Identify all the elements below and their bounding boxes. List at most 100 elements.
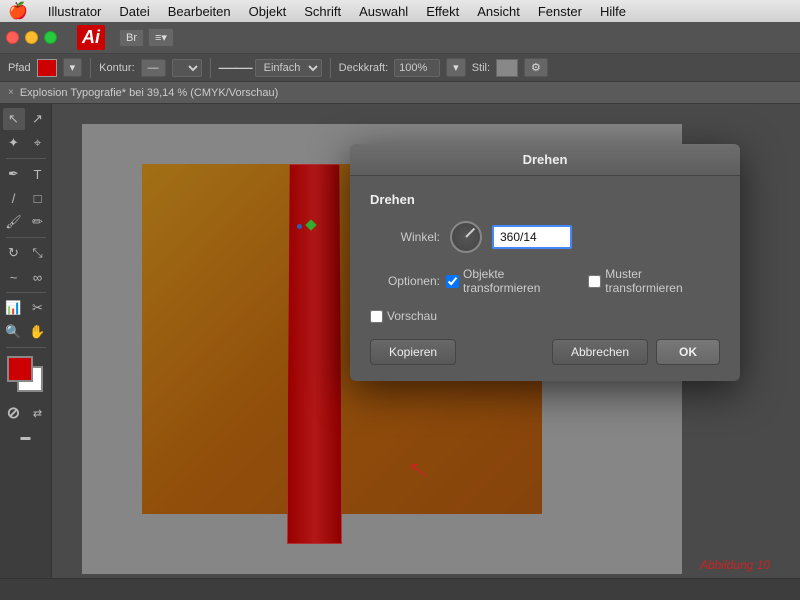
- menu-fenster[interactable]: Fenster: [536, 4, 584, 19]
- tool-row-color-modes: ⊘ ⇄: [3, 402, 49, 424]
- close-button[interactable]: [6, 31, 19, 44]
- abbrechen-button[interactable]: Abbrechen: [552, 339, 648, 365]
- tool-sep-4: [6, 347, 46, 348]
- toolbox: ↖ ↗ ✦ ⌖ ✒ T / □ 🖌 ✏ ↻ ⤡ ~ ∞ 📊: [0, 104, 52, 578]
- none-swatch[interactable]: ⊘: [3, 402, 25, 424]
- deckkraft-label: Deckkraft:: [339, 62, 389, 74]
- tool-row-8: 📊 ✂: [3, 297, 49, 319]
- menu-schrift[interactable]: Schrift: [302, 4, 343, 19]
- menu-objekt[interactable]: Objekt: [247, 4, 289, 19]
- objekte-checkbox-input[interactable]: [446, 275, 459, 288]
- objekte-label: Objekte transformieren: [463, 267, 582, 295]
- tool-row-6: ↻ ⤡: [3, 242, 49, 264]
- ok-button[interactable]: OK: [656, 339, 720, 365]
- tool-row-screen-modes: ▬: [15, 426, 37, 448]
- dialog-title: Drehen: [523, 152, 568, 167]
- menu-bearbeiten[interactable]: Bearbeiten: [166, 4, 233, 19]
- winkel-row: Winkel:: [370, 221, 720, 253]
- tool-row-4: / □: [3, 187, 49, 209]
- menu-effekt[interactable]: Effekt: [424, 4, 461, 19]
- objekte-transformieren-checkbox[interactable]: Objekte transformieren: [446, 267, 582, 295]
- tool-row-1: ↖ ↗: [3, 108, 49, 130]
- vorschau-row: Vorschau: [370, 309, 720, 323]
- stroke-dropdown[interactable]: [172, 59, 202, 77]
- apple-menu[interactable]: 🍎: [8, 1, 28, 21]
- winkel-input[interactable]: [492, 225, 572, 249]
- fill-options-button[interactable]: ▾: [63, 58, 83, 77]
- menu-datei[interactable]: Datei: [117, 4, 151, 19]
- status-bar: [0, 578, 800, 600]
- zoom-tool[interactable]: 🔍: [3, 321, 25, 343]
- dialog-overlay: Drehen Drehen Winkel: Optionen:: [52, 104, 800, 578]
- divider2: [210, 58, 211, 78]
- direct-select-tool[interactable]: ↗: [27, 108, 49, 130]
- arrange-button[interactable]: ≡▾: [148, 28, 174, 47]
- kontur-label: Kontur:: [99, 62, 134, 74]
- vorschau-label: Vorschau: [387, 309, 437, 323]
- tool-row-2: ✦ ⌖: [3, 132, 49, 154]
- paintbrush-tool[interactable]: 🖌: [3, 211, 25, 233]
- stroke-color-button[interactable]: —: [141, 59, 166, 77]
- slice-tool[interactable]: ✂: [27, 297, 49, 319]
- menu-auswahl[interactable]: Auswahl: [357, 4, 410, 19]
- magic-wand-tool[interactable]: ✦: [3, 132, 25, 154]
- pencil-tool[interactable]: ✏: [27, 211, 49, 233]
- optionen-row: Optionen: Objekte transformieren Muster …: [370, 267, 720, 295]
- warp-tool[interactable]: ~: [3, 266, 25, 288]
- stroke-style-dropdown[interactable]: Einfach: [255, 59, 322, 77]
- vorschau-checkbox[interactable]: Vorschau: [370, 309, 437, 323]
- select-tool[interactable]: ↖: [3, 108, 25, 130]
- tool-row-5: 🖌 ✏: [3, 211, 49, 233]
- pen-tool[interactable]: ✒: [3, 163, 25, 185]
- lasso-tool[interactable]: ⌖: [27, 132, 49, 154]
- tool-sep-3: [6, 292, 46, 293]
- maximize-button[interactable]: [44, 31, 57, 44]
- optionen-label: Optionen:: [370, 274, 440, 288]
- options-bar: Pfad ▾ Kontur: — —— Einfach Deckkraft: ▾…: [0, 54, 800, 82]
- muster-transformieren-checkbox[interactable]: Muster transformieren: [588, 267, 720, 295]
- muster-checkbox-input[interactable]: [588, 275, 601, 288]
- tab-close-button[interactable]: ×: [8, 87, 14, 98]
- deckkraft-dropdown[interactable]: ▾: [446, 58, 466, 77]
- minimize-button[interactable]: [25, 31, 38, 44]
- screen-mode-icon[interactable]: ▬: [15, 426, 37, 448]
- tool-row-3: ✒ T: [3, 163, 49, 185]
- menu-ansicht[interactable]: Ansicht: [475, 4, 522, 19]
- rotate-dialog: Drehen Drehen Winkel: Optionen:: [350, 144, 740, 381]
- dialog-buttons: Kopieren Abbrechen OK: [370, 339, 720, 365]
- rect-tool[interactable]: □: [27, 187, 49, 209]
- menu-illustrator[interactable]: Illustrator: [46, 4, 103, 19]
- dialog-titlebar: Drehen: [350, 144, 740, 176]
- blend-tool[interactable]: ∞: [27, 266, 49, 288]
- type-tool[interactable]: T: [27, 163, 49, 185]
- app-toolbar: Ai Br ≡▾: [0, 22, 800, 54]
- line-tool[interactable]: /: [3, 187, 25, 209]
- swap-colors-icon[interactable]: ⇄: [27, 402, 49, 424]
- divider: [90, 58, 91, 78]
- menu-hilfe[interactable]: Hilfe: [598, 4, 628, 19]
- document-title: Explosion Typografie* bei 39,14 % (CMYK/…: [20, 87, 278, 99]
- stil-swatch[interactable]: [496, 59, 518, 77]
- caption-label: Abbildung 10: [700, 558, 770, 572]
- scale-tool[interactable]: ⤡: [27, 242, 49, 264]
- dialog-section-title: Drehen: [370, 192, 720, 207]
- main-area: ↖ ↗ ✦ ⌖ ✒ T / □ 🖌 ✏ ↻ ⤡ ~ ∞ 📊: [0, 104, 800, 578]
- rotate-tool[interactable]: ↻: [3, 242, 25, 264]
- tool-row-9: 🔍 ✋: [3, 321, 49, 343]
- muster-label: Muster transformieren: [605, 267, 720, 295]
- column-graph-tool[interactable]: 📊: [3, 297, 25, 319]
- vorschau-checkbox-input[interactable]: [370, 310, 383, 323]
- tool-sep-1: [6, 158, 46, 159]
- bridge-button[interactable]: Br: [119, 29, 144, 47]
- dialog-body: Drehen Winkel: Optionen: Objekte transfo…: [350, 176, 740, 381]
- settings-button[interactable]: ⚙: [524, 58, 548, 77]
- canvas-area[interactable]: Drehen Drehen Winkel: Optionen:: [52, 104, 800, 578]
- fill-color-swatch[interactable]: [37, 59, 57, 77]
- color-swatches: [7, 356, 45, 394]
- deckkraft-input[interactable]: [394, 59, 440, 77]
- path-label: Pfad: [8, 62, 31, 74]
- kopieren-button[interactable]: Kopieren: [370, 339, 456, 365]
- angle-dial[interactable]: [450, 221, 482, 253]
- foreground-color-swatch[interactable]: [7, 356, 33, 382]
- hand-tool[interactable]: ✋: [27, 321, 49, 343]
